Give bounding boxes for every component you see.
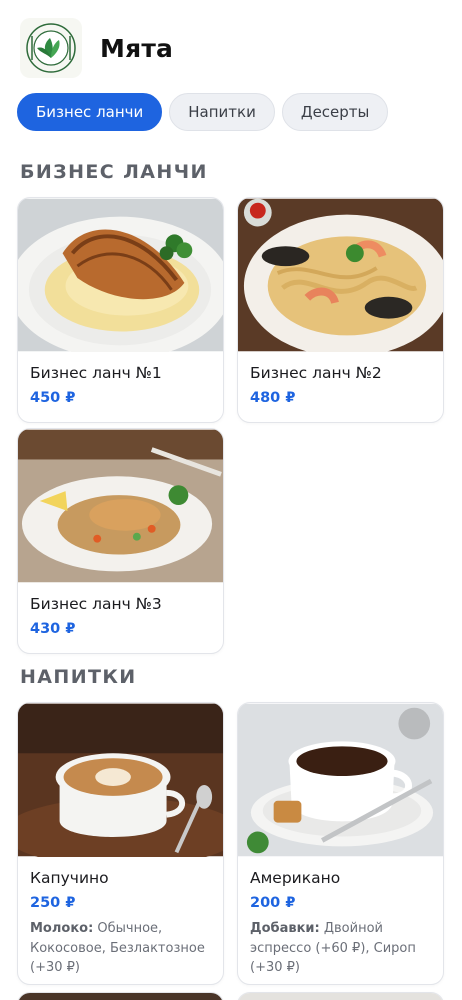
item-price: 250 ₽ — [30, 895, 76, 911]
header: Мята — [20, 18, 173, 78]
menu-item-card-partial[interactable] — [237, 992, 444, 1000]
item-name: Бизнес ланч №1 — [30, 364, 162, 382]
cappuccino-image — [18, 703, 223, 857]
item-name: Капучино — [30, 869, 109, 887]
tab-business-lunch[interactable]: Бизнес ланчи — [17, 93, 163, 131]
tab-desserts[interactable]: Десерты — [281, 93, 389, 131]
item-price: 200 ₽ — [250, 895, 296, 911]
options-label: Добавки: — [250, 921, 320, 936]
item-price: 450 ₽ — [30, 390, 76, 406]
category-tabs: Бизнес ланчи Напитки Десерты — [17, 93, 389, 131]
item-name: Бизнес ланч №2 — [250, 364, 382, 382]
menu-item-card[interactable]: Бизнес ланч №1 450 ₽ — [17, 197, 224, 423]
chicken-fried-rice-image — [18, 429, 223, 583]
seafood-pasta-image — [238, 198, 443, 352]
grilled-chicken-image — [18, 198, 223, 352]
menu-item-card-partial[interactable] — [17, 992, 224, 1000]
brand-name: Мята — [100, 33, 174, 63]
partial-card-image — [238, 993, 443, 1000]
menu-item-card[interactable]: Капучино 250 ₽ Молоко: Обычное, Кокосово… — [17, 702, 224, 985]
menu-item-card[interactable]: Бизнес ланч №3 430 ₽ — [17, 428, 224, 654]
americano-image — [238, 703, 443, 857]
menu-item-card[interactable]: Бизнес ланч №2 480 ₽ — [237, 197, 444, 423]
options-label: Молоко: — [30, 921, 94, 936]
item-name: Бизнес ланч №3 — [30, 595, 162, 613]
item-price: 430 ₽ — [30, 621, 76, 637]
section-title-drinks: НАПИТКИ — [20, 666, 137, 688]
item-name: Американо — [250, 869, 341, 887]
partial-card-image — [18, 993, 223, 1000]
tab-drinks[interactable]: Напитки — [169, 93, 275, 131]
item-price: 480 ₽ — [250, 390, 296, 406]
menu-item-card[interactable]: Американо 200 ₽ Добавки: Двойной эспресс… — [237, 702, 444, 985]
item-options: Добавки: Двойной эспрессо (+60 ₽), Сироп… — [238, 911, 443, 978]
mint-logo-icon[interactable] — [20, 18, 82, 78]
item-options: Молоко: Обычное, Кокосовое, Безлактозное… — [18, 911, 223, 978]
section-title-lunch: БИЗНЕС ЛАНЧИ — [20, 161, 208, 183]
